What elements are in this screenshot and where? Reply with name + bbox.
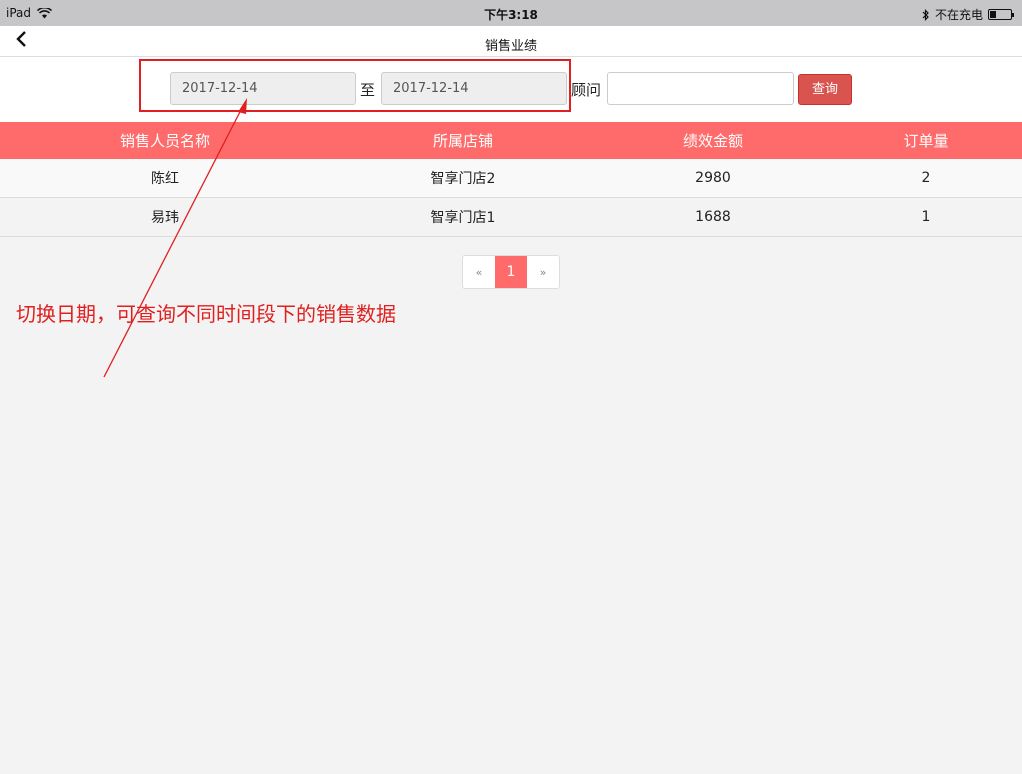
table-row: 陈红 智享门店2 2980 2 (0, 159, 1022, 198)
header-orders: 订单量 (903, 132, 949, 150)
cell-store: 智享门店1 (430, 210, 496, 226)
cell-salesperson: 易玮 (151, 210, 179, 226)
charging-status: 不在充电 (934, 8, 983, 22)
pagination-prev[interactable]: « (463, 256, 495, 288)
annotation-highlight-box (139, 59, 571, 112)
cell-orders: 1 (921, 209, 931, 225)
pagination: « 1 » (462, 255, 560, 289)
pagination-page-current[interactable]: 1 (495, 256, 527, 288)
annotation-text: 切换日期，可查询不同时间段下的销售数据 (16, 302, 396, 326)
status-right: 不在充电 (922, 6, 1014, 23)
bluetooth-icon (922, 8, 929, 21)
battery-fill (990, 11, 996, 18)
advisor-label: 顾问 (571, 81, 602, 99)
cell-salesperson: 陈红 (151, 171, 179, 187)
advisor-input[interactable] (607, 72, 794, 105)
header-amount: 绩效金额 (682, 132, 743, 150)
cell-amount: 2980 (695, 170, 731, 186)
cell-store: 智享门店2 (430, 171, 496, 187)
status-time: 下午3:18 (484, 8, 538, 22)
status-bar: iPad 下午3:18 不在充电 (0, 0, 1022, 26)
battery-icon (988, 9, 1014, 20)
filter-bar: 2017-12-14 至 2017-12-14 顾问 查询 (0, 57, 1022, 122)
cell-orders: 2 (921, 170, 931, 186)
query-button[interactable]: 查询 (798, 74, 852, 105)
pagination-next[interactable]: » (527, 256, 559, 288)
sales-table: 销售人员名称 所属店铺 绩效金额 订单量 陈红 智享门店2 2980 2 易玮 … (0, 122, 1022, 237)
header-salesperson: 销售人员名称 (119, 132, 210, 150)
nav-bar: 销售业绩 (0, 26, 1022, 57)
table-header: 销售人员名称 所属店铺 绩效金额 订单量 (0, 122, 1022, 159)
page-title: 销售业绩 (484, 39, 537, 54)
cell-amount: 1688 (695, 209, 731, 225)
header-store: 所属店铺 (432, 132, 493, 150)
table-row: 易玮 智享门店1 1688 1 (0, 198, 1022, 237)
